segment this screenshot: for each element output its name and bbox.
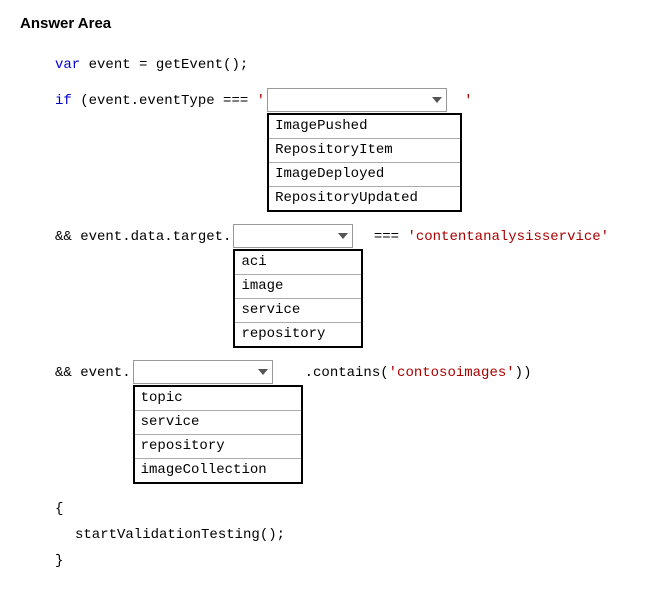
code-line-1: var event = getEvent(); [55, 52, 626, 76]
code-line-4: && event. topic service repository image… [55, 360, 626, 484]
code-line-2: if (event.eventType === ' ImagePushed Re… [55, 88, 626, 212]
code-text: )) [515, 365, 532, 381]
chevron-down-icon [338, 233, 348, 239]
dropdown-3-option[interactable]: repository [135, 435, 301, 459]
page-title: Answer Area [20, 15, 626, 32]
string-literal: 'contentanalysisservice' [407, 229, 609, 245]
brace-open: { [55, 496, 63, 520]
string-quote: ' [257, 93, 265, 109]
dropdown-1-option[interactable]: RepositoryUpdated [269, 187, 460, 210]
brace-close: } [55, 548, 63, 572]
code-text: (event.eventType === [72, 93, 257, 109]
dropdown-1-option[interactable]: RepositoryItem [269, 139, 460, 163]
dropdown-3-list: topic service repository imageCollection [133, 385, 303, 484]
chevron-down-icon [258, 369, 268, 375]
code-text: && event. [55, 365, 131, 381]
dropdown-3-option[interactable]: topic [135, 387, 301, 411]
dropdown-1-control[interactable] [267, 88, 447, 112]
dropdown-2-option[interactable]: aci [235, 251, 361, 275]
dropdown-2-option[interactable]: image [235, 275, 361, 299]
code-line-brace-open: { [55, 496, 626, 520]
dropdown-2-list: aci image service repository [233, 249, 363, 348]
string-quote: ' [464, 93, 472, 109]
code-text: event = getEvent(); [80, 57, 248, 73]
code-line-call: startValidationTesting(); [55, 522, 626, 546]
dropdown-2-option[interactable]: service [235, 299, 361, 323]
code-text: startValidationTesting(); [75, 522, 285, 546]
chevron-down-icon [432, 97, 442, 103]
dropdown-2-option[interactable]: repository [235, 323, 361, 346]
keyword-if: if [55, 93, 72, 109]
dropdown-3-option[interactable]: service [135, 411, 301, 435]
dropdown-2-control[interactable] [233, 224, 353, 248]
dropdown-3: topic service repository imageCollection [133, 360, 303, 484]
keyword-var: var [55, 57, 80, 73]
dropdown-1-list: ImagePushed RepositoryItem ImageDeployed… [267, 113, 462, 212]
string-literal: 'contosoimages' [389, 365, 515, 381]
dropdown-1: ImagePushed RepositoryItem ImageDeployed… [267, 88, 462, 212]
code-text: .contains( [305, 365, 389, 381]
dropdown-1-option[interactable]: ImageDeployed [269, 163, 460, 187]
code-area: var event = getEvent(); if (event.eventT… [20, 52, 626, 572]
dropdown-3-control[interactable] [133, 360, 273, 384]
code-line-3: && event.data.target. aci image service … [55, 224, 626, 348]
dropdown-3-option[interactable]: imageCollection [135, 459, 301, 482]
dropdown-1-option[interactable]: ImagePushed [269, 115, 460, 139]
code-text: === [365, 229, 407, 245]
code-line-brace-close: } [55, 548, 626, 572]
code-text: && event.data.target. [55, 229, 231, 245]
dropdown-2: aci image service repository [233, 224, 363, 348]
